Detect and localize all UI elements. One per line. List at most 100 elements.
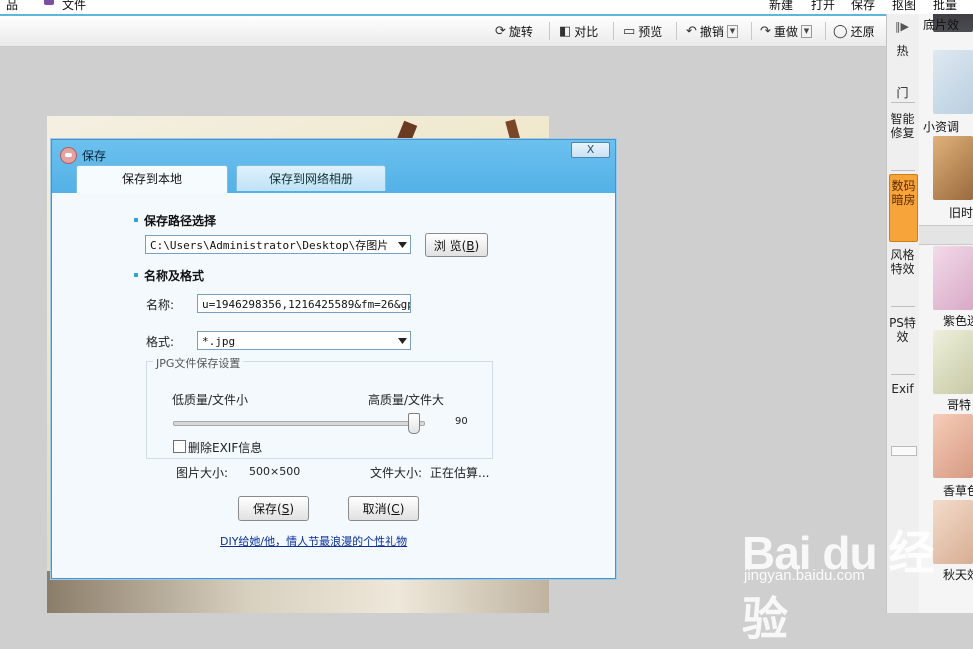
save-button-label: 保存(	[253, 502, 282, 516]
redo-label: 重做	[773, 24, 798, 39]
thumb-caption: 小资调	[923, 120, 960, 134]
chevron-down-icon[interactable]	[398, 242, 407, 248]
side-tab-smart-repair[interactable]: 智能修复	[889, 112, 916, 140]
thumb-caption: 紫色迷	[943, 314, 973, 328]
thumb-section-band	[919, 225, 973, 245]
high-quality-label: 高质量/文件大	[368, 393, 445, 407]
redo-dropdown-icon[interactable]: ▼	[800, 24, 812, 38]
toolbar-divider	[676, 22, 677, 40]
cancel-shortcut: C	[391, 502, 400, 516]
rotate-icon: ⟳	[495, 23, 506, 39]
remove-exif-checkbox[interactable]	[173, 440, 186, 453]
side-tab-ps-effects[interactable]: PS特效	[889, 316, 916, 344]
effect-thumb[interactable]: 小资调	[923, 50, 973, 134]
restore-button[interactable]: ◯ 还原	[833, 23, 875, 39]
dialog-header: 保存 X 保存到本地 保存到网络相册	[52, 140, 615, 193]
watermark-url: jingyan.baidu.com	[744, 567, 865, 584]
side-tab-darkroom[interactable]: 数码暗房	[889, 174, 918, 242]
side-tab-divider	[891, 102, 915, 103]
quality-slider-handle[interactable]	[408, 413, 420, 434]
cancel-button[interactable]: 取消(C)	[348, 496, 419, 521]
side-tab-style-effects[interactable]: 风格特效	[889, 248, 916, 276]
format-select[interactable]: *.jpg	[197, 331, 411, 350]
app-menu-stub[interactable]: 品	[6, 0, 18, 13]
file-menu-icon	[44, 0, 54, 5]
redo-button[interactable]: ↷ 重做 ▼	[760, 23, 812, 39]
quality-slider-track[interactable]	[173, 421, 425, 426]
toolbar-divider	[549, 22, 550, 40]
image-size-label: 图片大小:	[176, 466, 229, 480]
browse-label: 浏 览(	[433, 239, 467, 253]
side-tab-hot-label: 热门	[896, 44, 909, 100]
file-menu[interactable]: 文件	[62, 0, 86, 13]
dialog-title: 保存	[82, 149, 107, 163]
edit-toolbar: ⟳ 旋转 ◧ 对比 ▭ 预览 ↶ 撤销 ▼ ↷ 重做 ▼ ◯ 还原	[0, 16, 886, 47]
compare-icon: ◧	[559, 23, 572, 39]
undo-label: 撤销	[699, 24, 724, 39]
save-dialog: 保存 X 保存到本地 保存到网络相册 保存路径选择 C:\Users\Admin…	[51, 139, 616, 579]
thumb-image	[933, 246, 973, 310]
save-path-combo[interactable]: C:\Users\Administrator\Desktop\存图片	[145, 235, 411, 254]
undo-dropdown-icon[interactable]: ▼	[726, 24, 738, 38]
file-size-label: 文件大小:	[370, 466, 423, 480]
undo-button[interactable]: ↶ 撤销 ▼	[686, 23, 738, 39]
save-button[interactable]: 保存(S)	[238, 496, 309, 521]
menu-batch[interactable]: 批量	[933, 0, 957, 13]
side-panel-grip[interactable]	[891, 446, 917, 456]
menu-open[interactable]: 打开	[811, 0, 835, 13]
save-path-heading: 保存路径选择	[144, 214, 217, 228]
thumb-caption: 哥特	[947, 398, 972, 412]
cancel-button-label: 取消(	[362, 502, 392, 516]
effect-thumb[interactable]: 底片效	[923, 14, 973, 32]
menu-new[interactable]: 新建	[769, 0, 793, 13]
format-label: 格式:	[146, 335, 175, 349]
side-tab-divider	[891, 306, 915, 307]
remove-exif-label: 删除EXIF信息	[188, 441, 263, 455]
toolbar-divider	[613, 22, 614, 40]
toolbar-divider	[751, 22, 752, 40]
name-format-heading: 名称及格式	[144, 269, 205, 283]
effect-thumb[interactable]: 哥特	[933, 330, 973, 412]
browse-shortcut: B	[466, 239, 475, 253]
toolbar-divider	[825, 22, 826, 40]
file-size-value: 正在估算...	[430, 466, 490, 480]
collapse-panel-icon[interactable]: ‖▶	[895, 20, 911, 34]
thumb-image	[933, 136, 973, 200]
redo-icon: ↷	[760, 23, 771, 39]
undo-icon: ↶	[686, 23, 697, 39]
thumb-image	[933, 330, 973, 394]
thumb-image	[933, 50, 973, 114]
close-button[interactable]: X	[571, 142, 610, 158]
save-shortcut: S	[281, 502, 290, 516]
thumb-image	[933, 414, 973, 478]
tab-save-local[interactable]: 保存到本地	[76, 165, 228, 193]
low-quality-label: 低质量/文件小	[172, 393, 249, 407]
browse-button[interactable]: 浏 览(B)	[425, 233, 488, 257]
chevron-down-icon[interactable]	[398, 338, 407, 344]
promo-link[interactable]: DIY给她/他，情人节最浪漫的个性礼物	[220, 533, 407, 549]
menu-cutout[interactable]: 抠图	[892, 0, 916, 13]
compare-label: 对比	[574, 24, 599, 39]
side-tab-divider	[891, 170, 915, 171]
image-size-value: 500×500	[249, 465, 301, 478]
effect-thumb[interactable]: 旧时	[933, 136, 973, 220]
format-value: *.jpg	[202, 335, 236, 348]
preview-button[interactable]: ▭ 预览	[623, 23, 662, 39]
quality-value: 90	[455, 416, 468, 427]
effect-thumb[interactable]: 香草色	[933, 414, 973, 498]
rotate-label: 旋转	[508, 24, 533, 39]
tab-save-online-album[interactable]: 保存到网络相册	[236, 165, 386, 191]
side-tab-hot[interactable]: 热门	[889, 44, 916, 100]
menu-save[interactable]: 保存	[851, 0, 875, 13]
side-tab-exif[interactable]: Exif	[889, 382, 916, 396]
jpg-settings-legend: JPG文件保存设置	[153, 355, 244, 371]
preview-label: 预览	[638, 24, 663, 39]
restore-icon: ◯	[833, 23, 848, 39]
thumb-caption: 香草色	[943, 484, 973, 498]
effect-thumb[interactable]: 紫色迷	[933, 246, 973, 328]
name-label: 名称:	[146, 298, 175, 312]
rotate-button[interactable]: ⟳ 旋转	[495, 23, 533, 39]
compare-button[interactable]: ◧ 对比	[559, 23, 598, 39]
file-name-input[interactable]: u=1946298356,1216425589&fm=26&gp=0_	[197, 294, 411, 313]
restore-label: 还原	[850, 24, 875, 39]
